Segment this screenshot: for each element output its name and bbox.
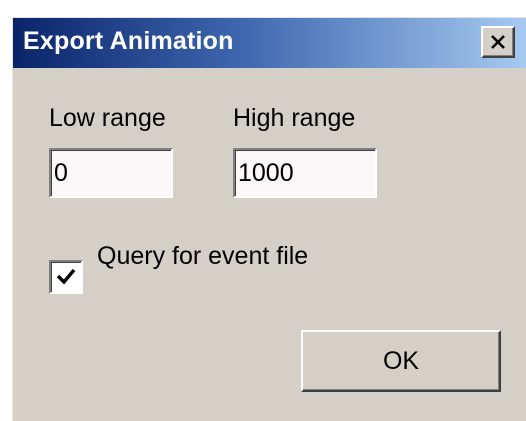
low-range-label: Low range <box>49 104 166 132</box>
close-button[interactable] <box>481 26 515 58</box>
query-event-file-label: Query for event file <box>97 242 309 270</box>
export-animation-dialog: Export Animation Low range High range Qu… <box>12 17 526 421</box>
page: Export Animation Low range High range Qu… <box>0 0 526 421</box>
checkmark-icon <box>56 268 76 285</box>
ok-button[interactable]: OK <box>301 330 501 392</box>
query-event-file-checkbox[interactable] <box>49 260 83 294</box>
ok-button-label: OK <box>382 346 420 375</box>
title-bar[interactable]: Export Animation <box>13 18 526 68</box>
low-range-input[interactable] <box>49 148 173 198</box>
close-icon <box>491 35 505 49</box>
high-range-input[interactable] <box>233 148 377 198</box>
dialog-title: Export Animation <box>23 27 234 55</box>
high-range-label: High range <box>233 104 356 132</box>
